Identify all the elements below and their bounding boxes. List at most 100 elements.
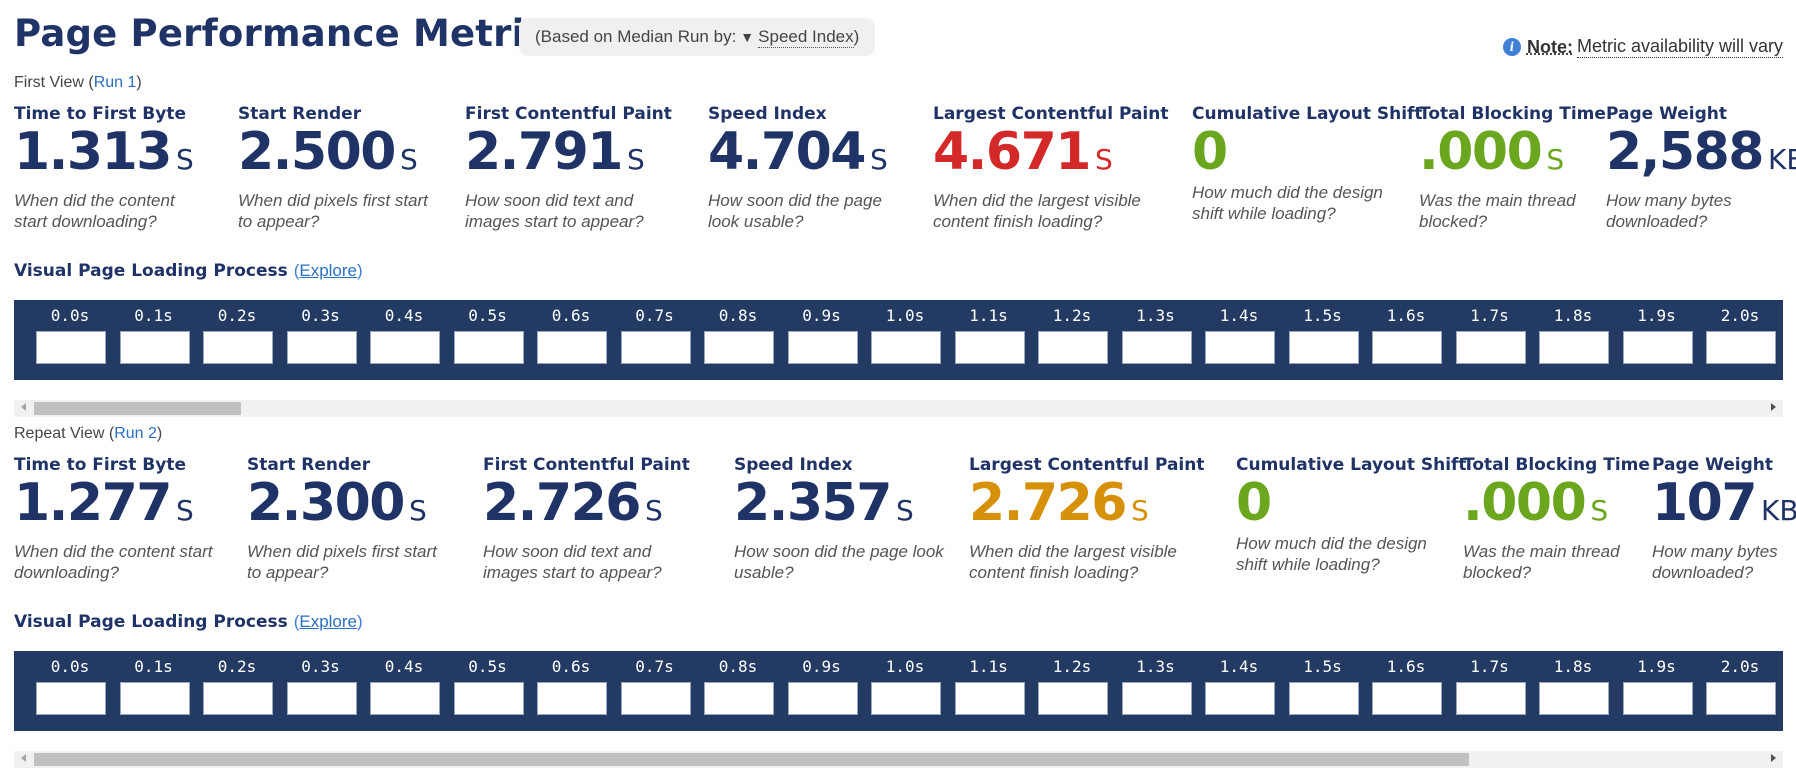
frame-thumbnail[interactable] — [119, 331, 190, 364]
frame-thumbnail[interactable] — [871, 682, 941, 715]
frame-thumbnail[interactable] — [203, 682, 273, 715]
filmstrip-frame[interactable]: 0.9s — [786, 651, 858, 731]
frame-thumbnail[interactable] — [286, 331, 357, 364]
filmstrip-frame[interactable]: 0.0s — [34, 300, 106, 380]
metric-availability-note[interactable]: i Note: Metric availability will vary — [1502, 36, 1783, 58]
frame-thumbnail[interactable] — [203, 331, 273, 364]
frame-thumbnail[interactable] — [704, 331, 774, 364]
filmstrip-frame[interactable]: 1.0s — [869, 651, 941, 731]
frame-thumbnail[interactable] — [1372, 682, 1442, 715]
frame-thumbnail[interactable] — [704, 682, 774, 715]
filmstrip-frame[interactable]: 0.8s — [702, 651, 774, 731]
frame-thumbnail[interactable] — [954, 682, 1025, 715]
frame-thumbnail[interactable] — [1539, 331, 1609, 364]
frame-thumbnail[interactable] — [871, 331, 941, 364]
filmstrip-frame[interactable]: 1.5s — [1287, 651, 1359, 731]
filmstrip-frame[interactable]: 0.1s — [118, 651, 190, 731]
filmstrip-frame[interactable]: 0.6s — [535, 300, 607, 380]
dropdown-triangle-icon[interactable]: ▼ — [740, 29, 754, 45]
filmstrip-frame[interactable]: 2.0s — [1704, 300, 1776, 380]
frame-thumbnail[interactable] — [36, 331, 106, 364]
filmstrip-scrollbar[interactable] — [14, 751, 1783, 768]
filmstrip-frame[interactable]: 1.4s — [1203, 651, 1275, 731]
filmstrip-frame[interactable]: 0.7s — [619, 300, 691, 380]
filmstrip-frame[interactable]: 1.9s — [1621, 651, 1693, 731]
frame-thumbnail[interactable] — [954, 331, 1025, 364]
frame-thumbnail[interactable] — [620, 682, 691, 715]
filmstrip-frame[interactable]: 0.2s — [201, 651, 273, 731]
note-text[interactable]: Metric availability will vary — [1576, 36, 1783, 58]
filmstrip-frame[interactable]: 0.8s — [702, 300, 774, 380]
frame-thumbnail[interactable] — [1205, 331, 1275, 364]
frame-thumbnail[interactable] — [1622, 682, 1693, 715]
filmstrip-frame[interactable]: 1.8s — [1537, 651, 1609, 731]
run-link[interactable]: Run 1 — [94, 74, 137, 91]
frame-thumbnail[interactable] — [537, 331, 607, 364]
frame-thumbnail[interactable] — [1038, 682, 1108, 715]
frame-thumbnail[interactable] — [119, 682, 190, 715]
frame-thumbnail[interactable] — [1622, 331, 1693, 364]
scrollbar-thumb[interactable] — [34, 402, 242, 415]
frame-thumbnail[interactable] — [537, 682, 607, 715]
scroll-left-arrow-icon[interactable] — [21, 403, 26, 411]
filmstrip-scrollbar[interactable] — [14, 400, 1783, 417]
filmstrip-frame[interactable]: 1.2s — [1036, 651, 1108, 731]
frame-thumbnail[interactable] — [1038, 331, 1108, 364]
filmstrip-frame[interactable]: 0.6s — [535, 651, 607, 731]
frame-thumbnail[interactable] — [620, 331, 691, 364]
filmstrip-frame[interactable]: 0.2s — [201, 300, 273, 380]
filmstrip-frame[interactable]: 1.8s — [1537, 300, 1609, 380]
filmstrip-frame[interactable]: 0.3s — [285, 300, 357, 380]
scroll-right-arrow-icon[interactable] — [1771, 403, 1776, 411]
filmstrip-frame[interactable]: 1.1s — [953, 651, 1025, 731]
frame-thumbnail[interactable] — [1372, 331, 1442, 364]
frame-thumbnail[interactable] — [370, 682, 440, 715]
frame-thumbnail[interactable] — [1706, 331, 1776, 364]
frame-thumbnail[interactable] — [1205, 682, 1275, 715]
frame-thumbnail[interactable] — [1121, 682, 1192, 715]
filmstrip-frame[interactable]: 1.1s — [953, 300, 1025, 380]
filmstrip-frame[interactable]: 0.1s — [118, 300, 190, 380]
frame-thumbnail[interactable] — [1121, 331, 1192, 364]
filmstrip-frame[interactable]: 0.9s — [786, 300, 858, 380]
filmstrip-frame[interactable]: 1.6s — [1370, 300, 1442, 380]
frame-thumbnail[interactable] — [1455, 331, 1526, 364]
frame-thumbnail[interactable] — [1539, 682, 1609, 715]
filmstrip-frame[interactable]: 1.7s — [1454, 651, 1526, 731]
filmstrip[interactable]: 0.0s 0.1s 0.2s 0.3s 0.4s 0.5s 0.6s 0.7s 0.8s 0.9s… — [14, 300, 1783, 380]
filmstrip-frame[interactable]: 1.5s — [1287, 300, 1359, 380]
explore-link[interactable]: Explore — [299, 261, 357, 280]
frame-thumbnail[interactable] — [370, 331, 440, 364]
median-metric-link[interactable]: Speed Index — [758, 27, 854, 48]
filmstrip-frame[interactable]: 1.9s — [1621, 300, 1693, 380]
filmstrip-frame[interactable]: 0.4s — [368, 300, 440, 380]
scroll-left-arrow-icon[interactable] — [21, 754, 26, 762]
filmstrip-frame[interactable]: 0.5s — [452, 651, 524, 731]
frame-thumbnail[interactable] — [787, 331, 858, 364]
frame-thumbnail[interactable] — [453, 682, 524, 715]
frame-thumbnail[interactable] — [453, 331, 524, 364]
scroll-right-arrow-icon[interactable] — [1771, 754, 1776, 762]
filmstrip-frame[interactable]: 0.5s — [452, 300, 524, 380]
explore-link[interactable]: Explore — [299, 612, 357, 631]
frame-thumbnail[interactable] — [1288, 682, 1359, 715]
frame-thumbnail[interactable] — [286, 682, 357, 715]
filmstrip-frame[interactable]: 0.3s — [285, 651, 357, 731]
filmstrip-frame[interactable]: 1.3s — [1120, 300, 1192, 380]
scrollbar-thumb[interactable] — [34, 753, 1470, 766]
filmstrip-frame[interactable]: 1.6s — [1370, 651, 1442, 731]
filmstrip-frame[interactable]: 1.3s — [1120, 651, 1192, 731]
filmstrip-frame[interactable]: 0.7s — [619, 651, 691, 731]
filmstrip-frame[interactable]: 2.0s — [1704, 651, 1776, 731]
filmstrip-frame[interactable]: 1.2s — [1036, 300, 1108, 380]
frame-thumbnail[interactable] — [1706, 682, 1776, 715]
frame-thumbnail[interactable] — [1455, 682, 1526, 715]
frame-thumbnail[interactable] — [36, 682, 106, 715]
frame-thumbnail[interactable] — [787, 682, 858, 715]
filmstrip-frame[interactable]: 1.4s — [1203, 300, 1275, 380]
frame-thumbnail[interactable] — [1288, 331, 1359, 364]
filmstrip-frame[interactable]: 0.4s — [368, 651, 440, 731]
filmstrip-frame[interactable]: 1.0s — [869, 300, 941, 380]
filmstrip[interactable]: 0.0s 0.1s 0.2s 0.3s 0.4s 0.5s 0.6s 0.7s 0.8s 0.9s… — [14, 651, 1783, 731]
median-run-selector[interactable]: (Based on Median Run by: ▼ Speed Index ) — [519, 18, 876, 56]
